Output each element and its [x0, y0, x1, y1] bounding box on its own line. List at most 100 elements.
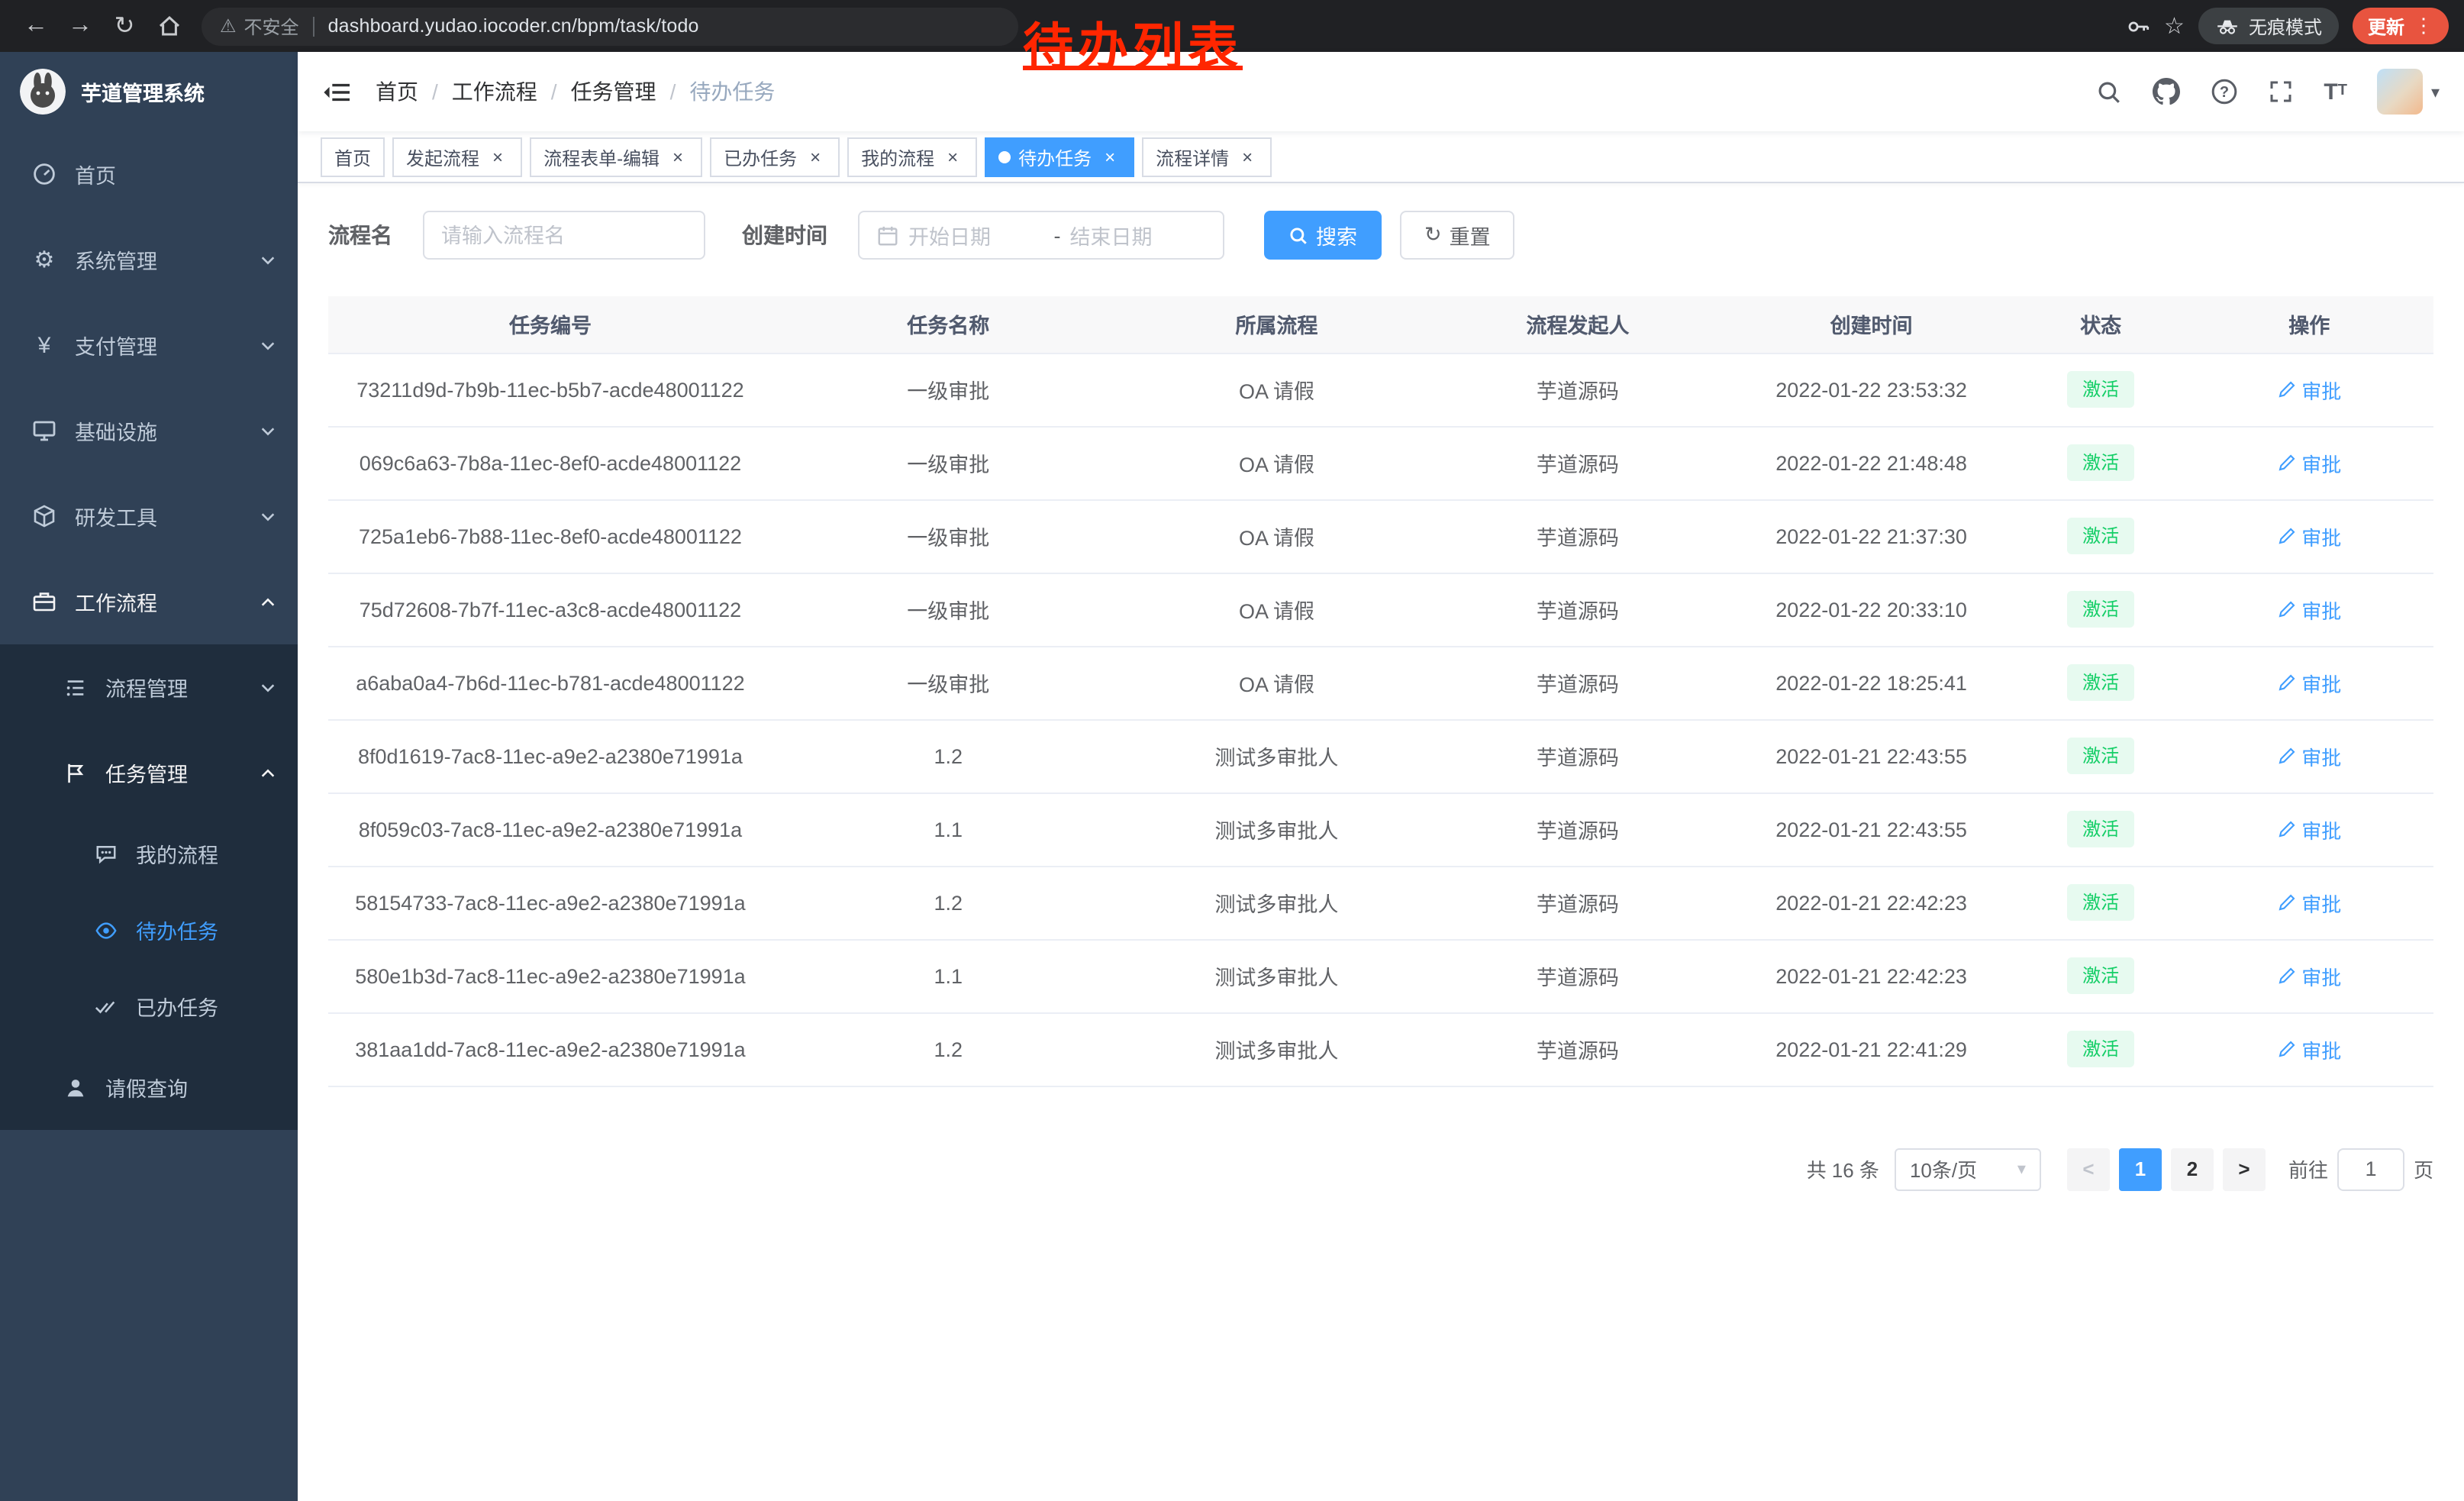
table-row: 381aa1dd-7ac8-11ec-a9e2-a2380e71991a 1.2… — [328, 1012, 2433, 1086]
approve-link[interactable]: 审批 — [2277, 595, 2341, 624]
chevron-down-icon — [260, 679, 276, 696]
cell-process: OA 请假 — [1124, 646, 1430, 719]
page-size-select[interactable]: 10条/页 ▾ — [1895, 1148, 2041, 1190]
app-title: 芋道管理系统 — [81, 76, 205, 107]
back-button[interactable]: ← — [15, 5, 56, 47]
page-button-2[interactable]: 2 — [2171, 1148, 2214, 1190]
process-name-input[interactable] — [441, 224, 687, 247]
tab-form-edit[interactable]: 流程表单-编辑× — [530, 137, 702, 177]
next-page-button[interactable]: > — [2223, 1148, 2266, 1190]
breadcrumb-workflow[interactable]: 工作流程 — [452, 76, 537, 107]
approve-link[interactable]: 审批 — [2277, 961, 2341, 990]
tab-my-processes[interactable]: 我的流程× — [847, 137, 977, 177]
table-row: 75d72608-7b7f-11ec-a3c8-acde48001122 一级审… — [328, 573, 2433, 646]
date-range-picker[interactable]: 开始日期 - 结束日期 — [858, 211, 1224, 260]
breadcrumb-current: 待办任务 — [689, 76, 775, 107]
cell-initiator: 芋道源码 — [1429, 499, 1726, 573]
close-icon[interactable]: × — [942, 147, 963, 168]
tab-home[interactable]: 首页 — [321, 137, 385, 177]
app-logo-row[interactable]: 芋道管理系统 — [0, 52, 298, 131]
sidebar-item-system[interactable]: ⚙ 系统管理 — [0, 217, 298, 302]
close-icon[interactable]: × — [805, 147, 826, 168]
table-header-row: 任务编号 任务名称 所属流程 流程发起人 创建时间 状态 操作 — [328, 296, 2433, 353]
close-icon[interactable]: × — [487, 147, 508, 168]
breadcrumb-task-mgmt[interactable]: 任务管理 — [571, 76, 656, 107]
chevron-down-icon — [260, 251, 276, 268]
approve-link[interactable]: 审批 — [2277, 668, 2341, 697]
sidebar-item-infra[interactable]: 基础设施 — [0, 388, 298, 473]
chevron-down-icon — [260, 337, 276, 353]
password-key-icon[interactable] — [2124, 13, 2150, 39]
search-button[interactable] — [2096, 79, 2122, 105]
approve-link[interactable]: 审批 — [2277, 375, 2341, 404]
status-badge: 激活 — [2067, 444, 2134, 481]
incognito-label: 无痕模式 — [2249, 13, 2322, 39]
prev-page-button[interactable]: < — [2067, 1148, 2110, 1190]
approve-link[interactable]: 审批 — [2277, 815, 2341, 844]
github-button[interactable] — [2153, 78, 2180, 105]
approve-link[interactable]: 审批 — [2277, 521, 2341, 550]
sidebar-item-done-tasks[interactable]: 已办任务 — [0, 968, 298, 1044]
sidebar-item-process-mgmt[interactable]: 流程管理 — [0, 644, 298, 730]
start-date-placeholder[interactable]: 开始日期 — [908, 220, 1045, 250]
sidebar-item-devtools[interactable]: 研发工具 — [0, 473, 298, 559]
avatar[interactable] — [2378, 69, 2424, 115]
edit-pen-icon — [2277, 600, 2295, 618]
close-icon[interactable]: × — [1099, 147, 1121, 168]
reset-button[interactable]: ↻ 重置 — [1400, 211, 1515, 260]
user-menu[interactable]: ▾ — [2378, 69, 2440, 115]
chevron-down-icon — [260, 508, 276, 525]
incognito-badge: 无痕模式 — [2198, 8, 2339, 44]
sidebar-item-todo-tasks[interactable]: 待办任务 — [0, 892, 298, 968]
sidebar-item-payment[interactable]: ¥ 支付管理 — [0, 302, 298, 388]
sidebar-item-workflow[interactable]: 工作流程 — [0, 559, 298, 644]
tab-todo-tasks[interactable]: 待办任务× — [985, 137, 1134, 177]
chevron-down-icon — [260, 422, 276, 439]
cell-initiator: 芋道源码 — [1429, 719, 1726, 792]
cell-task-id: 381aa1dd-7ac8-11ec-a9e2-a2380e71991a — [328, 1012, 772, 1086]
sidebar-item-leave-query[interactable]: 请假查询 — [0, 1044, 298, 1130]
tab-process-detail[interactable]: 流程详情× — [1142, 137, 1272, 177]
approve-link[interactable]: 审批 — [2277, 1035, 2341, 1064]
browser-update-button[interactable]: 更新 ⋮ — [2353, 8, 2449, 44]
breadcrumb-home[interactable]: 首页 — [376, 76, 418, 107]
end-date-placeholder[interactable]: 结束日期 — [1070, 220, 1207, 250]
browser-menu-icon[interactable]: ⋮ — [2414, 14, 2433, 38]
reload-button[interactable]: ↻ — [104, 5, 145, 47]
sidebar-item-home[interactable]: 首页 — [0, 131, 298, 217]
tab-start-process[interactable]: 发起流程× — [392, 137, 522, 177]
close-icon[interactable]: × — [667, 147, 689, 168]
address-bar[interactable]: ⚠ 不安全 dashboard.yudao.iocoder.cn/bpm/tas… — [202, 7, 1018, 45]
fullscreen-button[interactable] — [2269, 79, 2293, 104]
table-row: 73211d9d-7b9b-11ec-b5b7-acde48001122 一级审… — [328, 353, 2433, 426]
approve-link[interactable]: 审批 — [2277, 741, 2341, 770]
cell-create-time: 2022-01-22 21:48:48 — [1726, 426, 2017, 499]
home-button[interactable] — [148, 5, 189, 47]
help-button[interactable]: ? — [2211, 78, 2238, 105]
tab-done-tasks[interactable]: 已办任务× — [710, 137, 840, 177]
approve-link[interactable]: 审批 — [2277, 448, 2341, 477]
cell-process: 测试多审批人 — [1124, 792, 1430, 866]
sidebar-toggle-button[interactable] — [322, 79, 351, 105]
approve-link[interactable]: 审批 — [2277, 888, 2341, 917]
eye-icon — [92, 918, 119, 941]
goto-page-input[interactable] — [2339, 1157, 2403, 1180]
close-icon[interactable]: × — [1237, 147, 1258, 168]
bookmark-star-icon[interactable]: ☆ — [2164, 12, 2185, 40]
sidebar-item-my-processes[interactable]: 我的流程 — [0, 815, 298, 892]
page-button-1[interactable]: 1 — [2119, 1148, 2162, 1190]
sidebar-item-task-mgmt[interactable]: 任务管理 — [0, 730, 298, 815]
url-text[interactable]: dashboard.yudao.iocoder.cn/bpm/task/todo — [328, 15, 699, 37]
main-area: 首页 / 工作流程 / 任务管理 / 待办任务 ? — [298, 52, 2464, 1501]
forward-button[interactable]: → — [60, 5, 101, 47]
cell-task-id: 8f0d1619-7ac8-11ec-a9e2-a2380e71991a — [328, 719, 772, 792]
caret-down-icon: ▾ — [2017, 1159, 2026, 1179]
cell-process: 测试多审批人 — [1124, 866, 1430, 939]
security-label[interactable]: 不安全 — [244, 13, 299, 39]
cell-task-name: 一级审批 — [772, 646, 1124, 719]
font-size-button[interactable]: TT — [2324, 80, 2347, 103]
col-action: 操作 — [2185, 296, 2434, 353]
search-button[interactable]: 搜索 — [1264, 211, 1382, 260]
user-icon — [61, 1076, 89, 1099]
status-badge: 激活 — [2067, 371, 2134, 408]
